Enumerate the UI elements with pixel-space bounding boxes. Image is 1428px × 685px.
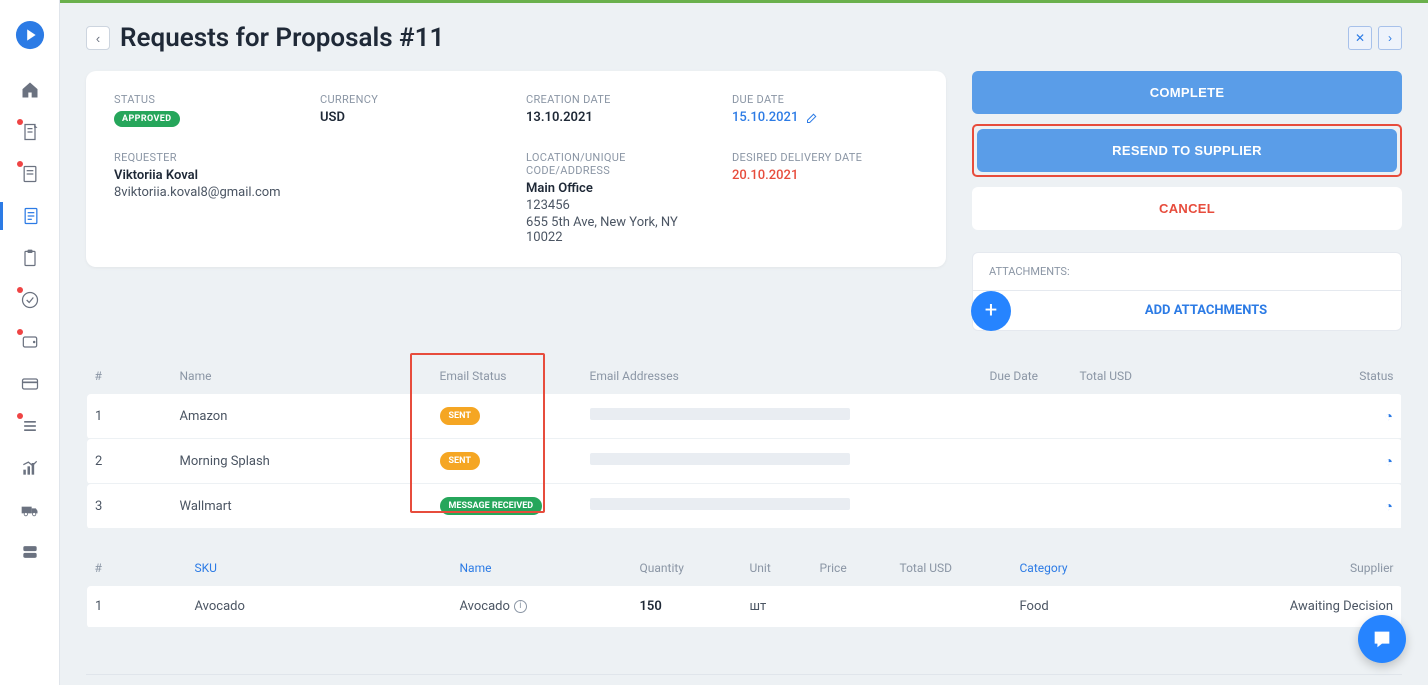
col-total: Total USD	[1072, 359, 1272, 394]
col-price: Price	[812, 551, 892, 586]
chat-button[interactable]	[1358, 615, 1406, 663]
requester-email: 8viktoriia.koval8@gmail.com	[114, 185, 300, 200]
status-badge: APPROVED	[114, 111, 180, 127]
status-label: STATUS	[114, 93, 300, 106]
email-status-pill: SENT	[440, 407, 480, 425]
location-addr: 655 5th Ave, New York, NY 10022	[526, 215, 712, 245]
add-attachment-icon[interactable]: +	[971, 291, 1011, 331]
col-num: #	[87, 551, 187, 586]
resend-button[interactable]: RESEND TO SUPPLIER	[977, 129, 1397, 172]
location-code: 123456	[526, 198, 712, 213]
delivery-label: DESIRED DELIVERY DATE	[732, 151, 918, 164]
clock-icon[interactable]: ◔	[1385, 499, 1393, 515]
currency-label: CURRENCY	[320, 93, 506, 106]
col-email-status: Email Status	[432, 359, 582, 394]
doc-icon[interactable]	[21, 206, 41, 226]
col-due-date: Due Date	[982, 359, 1072, 394]
actions-panel: COMPLETE RESEND TO SUPPLIER CANCEL ATTAC…	[972, 71, 1402, 331]
col-status: Status	[1272, 359, 1402, 394]
col-name: Name	[172, 359, 432, 394]
email-redacted	[590, 498, 850, 510]
doc-list-icon[interactable]	[20, 164, 40, 184]
truck-icon[interactable]	[20, 500, 40, 520]
email-redacted	[590, 453, 850, 465]
items-table: # SKU Name Quantity Unit Price Total USD…	[86, 551, 1402, 628]
clipboard-icon[interactable]	[20, 248, 40, 268]
attachments-box: ATTACHMENTS: + ADD ATTACHMENTS	[972, 252, 1402, 331]
col-num: #	[87, 359, 172, 394]
requester-name: Viktoriia Koval	[114, 168, 300, 183]
next-button[interactable]: ›	[1378, 26, 1402, 50]
complete-button[interactable]: COMPLETE	[972, 71, 1402, 114]
email-status-pill: MESSAGE RECEIVED	[440, 497, 543, 515]
table-row[interactable]: 1 Avocado Avocadoi 150 шт Food Awaiting …	[87, 586, 1402, 628]
col-category[interactable]: Category	[1012, 551, 1212, 586]
col-qty: Quantity	[632, 551, 742, 586]
app-logo	[15, 20, 45, 50]
col-name[interactable]: Name	[452, 551, 632, 586]
clock-icon[interactable]: ◔	[1385, 409, 1393, 425]
add-attachments-button[interactable]: ADD ATTACHMENTS	[1011, 291, 1401, 330]
email-redacted	[590, 408, 850, 420]
chart-icon[interactable]	[20, 458, 40, 478]
sidebar	[0, 0, 60, 685]
card-icon[interactable]	[20, 374, 40, 394]
home-icon[interactable]	[20, 80, 40, 100]
table-row[interactable]: 2 Morning Splash SENT ◔	[87, 439, 1402, 484]
table-row[interactable]: 3 Wallmart MESSAGE RECEIVED ◔	[87, 484, 1402, 529]
table-row[interactable]: 1 Amazon SENT ◔	[87, 394, 1402, 439]
suppliers-table: # Name Email Status Email Addresses Due …	[86, 359, 1402, 529]
clock-icon[interactable]: ◔	[1385, 454, 1393, 470]
check-circle-icon[interactable]	[20, 290, 40, 310]
info-icon[interactable]: i	[514, 600, 527, 613]
email-status-pill: SENT	[440, 452, 480, 470]
doc-arrow-icon[interactable]	[20, 122, 40, 142]
col-total: Total USD	[892, 551, 1012, 586]
col-sku[interactable]: SKU	[187, 551, 452, 586]
location-label: LOCATION/UNIQUE CODE/ADDRESS	[526, 151, 712, 177]
back-button[interactable]: ‹	[86, 26, 110, 50]
location-name: Main Office	[526, 181, 712, 196]
wallet-icon[interactable]	[20, 332, 40, 352]
edit-icon[interactable]	[806, 112, 818, 124]
col-email-addresses: Email Addresses	[582, 359, 982, 394]
rfp-info-card: STATUS APPROVED CURRENCY USD CREATION DA…	[86, 71, 946, 267]
page-title: Requests for Proposals #11	[120, 23, 1338, 53]
due-label: DUE DATE	[732, 93, 918, 106]
list-icon[interactable]	[20, 416, 40, 436]
currency-value: USD	[320, 110, 506, 125]
creation-value: 13.10.2021	[526, 110, 712, 125]
col-unit: Unit	[742, 551, 812, 586]
creation-label: CREATION DATE	[526, 93, 712, 106]
attachments-label: ATTACHMENTS:	[973, 253, 1401, 290]
close-button[interactable]: ✕	[1348, 26, 1372, 50]
due-value[interactable]: 15.10.2021	[732, 110, 918, 125]
delivery-value: 20.10.2021	[732, 168, 918, 183]
col-supplier: Supplier	[1212, 551, 1402, 586]
resend-highlight: RESEND TO SUPPLIER	[972, 124, 1402, 177]
cancel-button[interactable]: CANCEL	[972, 187, 1402, 230]
server-icon[interactable]	[20, 542, 40, 562]
requester-label: REQUESTER	[114, 151, 300, 164]
